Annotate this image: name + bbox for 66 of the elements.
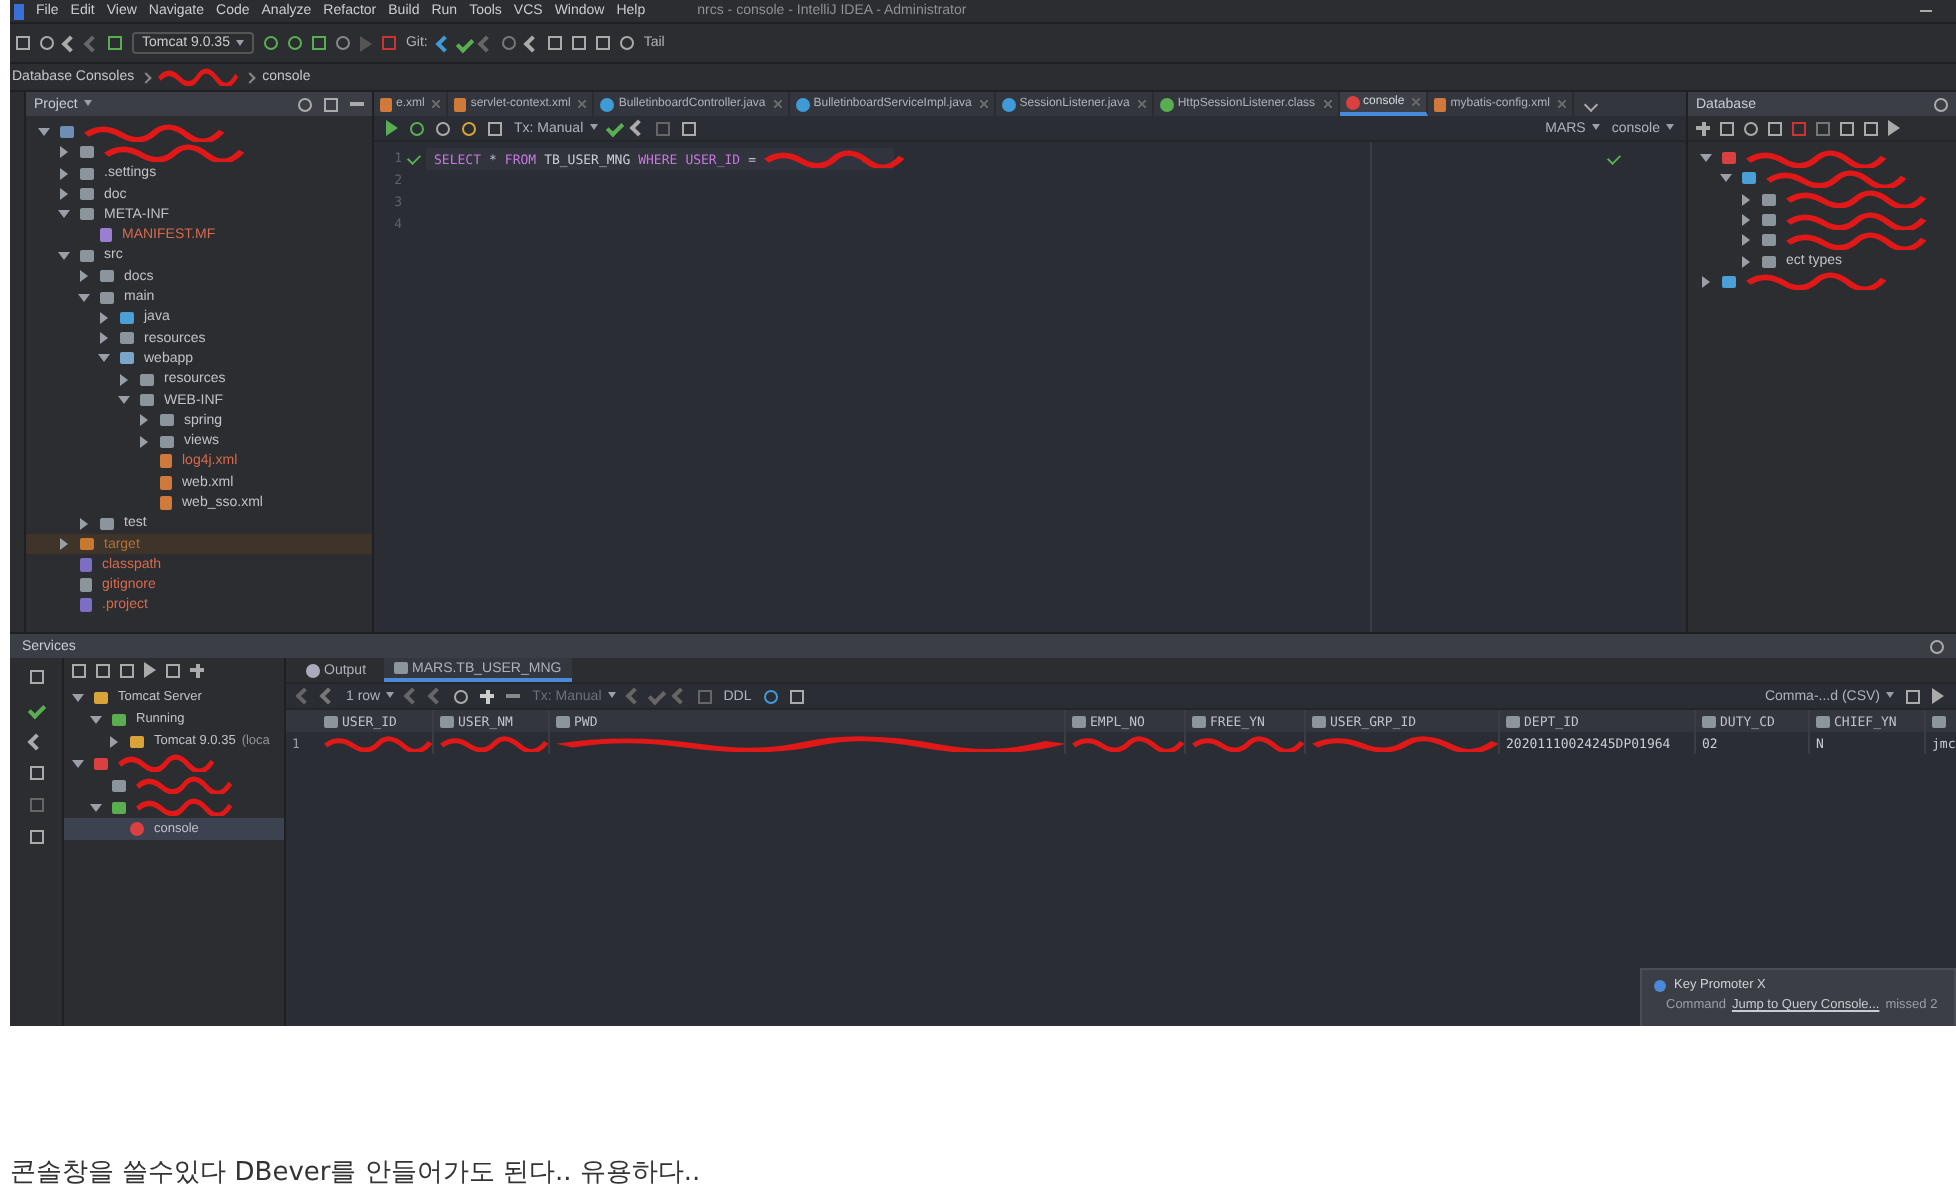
- column-icon: [1312, 715, 1326, 727]
- expand-arrow-icon[interactable]: [1742, 255, 1750, 268]
- info-icon: [1654, 979, 1666, 991]
- expand-arrow-icon[interactable]: [72, 693, 84, 701]
- app-icon: [14, 3, 24, 19]
- expand-arrow-icon[interactable]: [1742, 214, 1750, 227]
- column-icon: [1192, 715, 1206, 727]
- server-icon: [130, 735, 144, 747]
- chevron-icon: [244, 71, 256, 83]
- class-icon: [600, 97, 615, 111]
- expand-arrow-icon[interactable]: [140, 414, 148, 427]
- expand-arrow-icon[interactable]: [1742, 193, 1750, 206]
- play-icon: [112, 713, 126, 725]
- expand-arrow-icon[interactable]: [60, 167, 68, 180]
- add-icon[interactable]: [480, 689, 495, 703]
- commit-icon[interactable]: [605, 118, 624, 138]
- column-icon: [1702, 715, 1716, 727]
- expand-arrow-icon[interactable]: [38, 128, 50, 137]
- server-icon: [94, 691, 108, 703]
- database-icon: [1722, 275, 1736, 288]
- add-icon[interactable]: [1696, 121, 1710, 135]
- expand-arrow-icon[interactable]: [100, 311, 108, 324]
- caption-text: 콘솔창을 쓸수있다 DBever를 안들어가도 된다.. 유용하다..: [10, 1156, 703, 1190]
- commit-icon[interactable]: [26, 700, 46, 720]
- column-icon: [556, 715, 570, 727]
- expand-arrow-icon[interactable]: [110, 735, 118, 747]
- column-icon: [440, 715, 454, 727]
- chevron-icon: [140, 71, 152, 83]
- expand-arrow-icon[interactable]: [1720, 174, 1732, 183]
- run-icon[interactable]: [386, 120, 398, 136]
- database-icon: [94, 757, 108, 769]
- file-icon: [100, 228, 112, 243]
- expand-arrow-icon[interactable]: [80, 270, 88, 283]
- expand-arrow-icon[interactable]: [78, 293, 90, 302]
- expand-arrow-icon[interactable]: [140, 435, 148, 448]
- redaction-scribble: [764, 150, 905, 168]
- file-icon: [454, 97, 467, 111]
- commit-icon[interactable]: [647, 686, 666, 706]
- class-icon: [1159, 97, 1174, 111]
- expand-arrow-icon[interactable]: [100, 332, 108, 345]
- column-icon: [1932, 715, 1946, 727]
- column-icon: [1816, 715, 1830, 727]
- column-icon: [324, 715, 338, 727]
- expand-arrow-icon[interactable]: [118, 396, 130, 404]
- expand-arrow-icon[interactable]: [58, 251, 70, 260]
- file-icon: [380, 97, 392, 111]
- expand-arrow-icon[interactable]: [120, 373, 128, 386]
- expand-arrow-icon[interactable]: [1700, 154, 1712, 163]
- expand-arrow-icon[interactable]: [1702, 275, 1710, 288]
- expand-arrow-icon[interactable]: [60, 538, 68, 551]
- column-icon: [1506, 715, 1520, 727]
- class-icon: [795, 97, 810, 111]
- expand-arrow-icon[interactable]: [60, 188, 68, 201]
- file-icon: [1434, 97, 1447, 111]
- class-icon: [1001, 97, 1016, 111]
- expand-arrow-icon[interactable]: [90, 715, 102, 723]
- expand-arrow-icon[interactable]: [58, 210, 70, 219]
- check-icon: [406, 150, 422, 166]
- column-icon: [1072, 715, 1086, 727]
- expand-arrow-icon[interactable]: [1742, 234, 1750, 247]
- check-icon: [1606, 150, 1622, 166]
- database-icon: [112, 801, 126, 813]
- expand-arrow-icon[interactable]: [72, 759, 84, 767]
- expand-arrow-icon[interactable]: [98, 354, 110, 363]
- expand-arrow-icon[interactable]: [60, 146, 68, 159]
- add-icon[interactable]: [190, 663, 204, 677]
